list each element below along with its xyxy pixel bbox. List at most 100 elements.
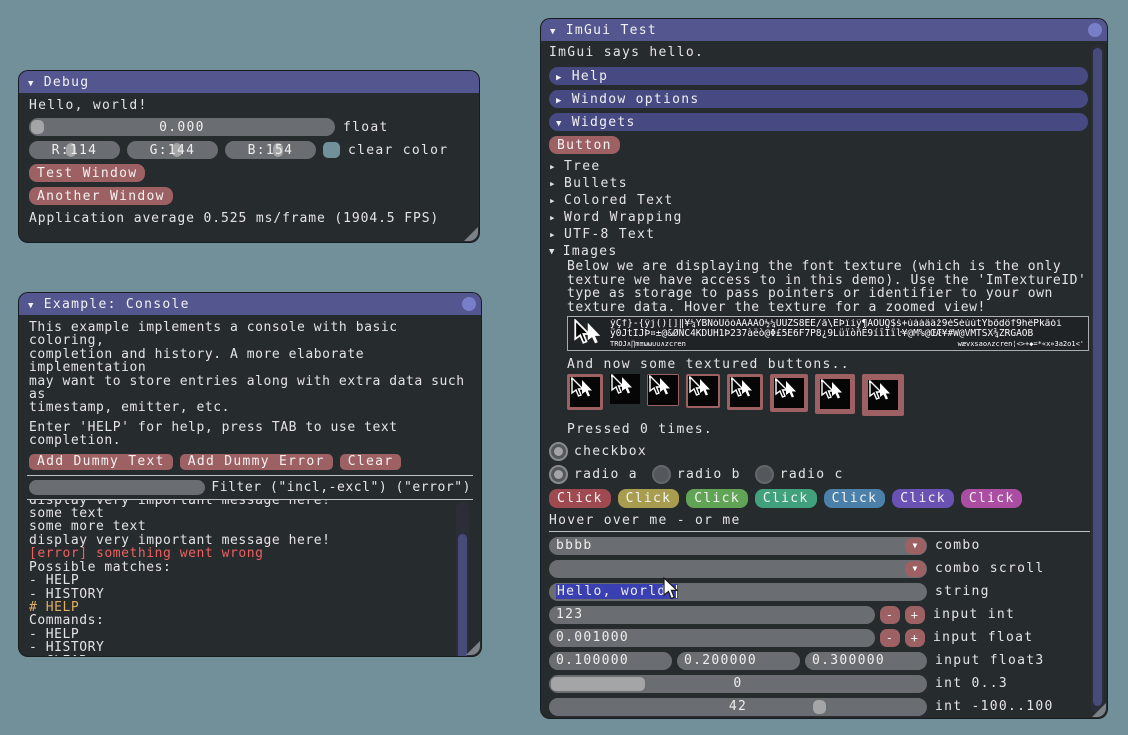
tree-label: Tree <box>564 159 601 174</box>
click-button-6[interactable]: Click <box>961 489 1023 508</box>
tree-node-tree[interactable]: Tree <box>549 158 1087 175</box>
console-intro-line: timestamp, emitter, etc. <box>29 401 471 414</box>
slider-grab[interactable] <box>551 677 645 691</box>
add-dummy-text-button[interactable]: Add Dummy Text <box>29 454 173 470</box>
collapse-icon[interactable] <box>550 23 557 38</box>
cursor-texture-image <box>570 377 600 407</box>
slider-value: B:154 <box>248 143 294 158</box>
textured-image-button[interactable] <box>647 374 679 406</box>
console-titlebar[interactable]: Example: Console <box>19 293 481 315</box>
click-button-0[interactable]: Click <box>549 489 611 508</box>
rgb-slider-b[interactable]: B:154 <box>225 141 316 159</box>
debug-titlebar[interactable]: Debug <box>19 71 479 93</box>
slider-grab[interactable] <box>31 120 44 134</box>
combo-label: combo <box>935 538 981 553</box>
combo-scroll-box[interactable] <box>549 560 927 578</box>
float3-input-x[interactable]: 0.100000 <box>549 652 672 670</box>
rgb-slider-g[interactable]: G:144 <box>127 141 218 159</box>
int-slider-0-3[interactable]: 0 <box>549 675 927 693</box>
images-description-line: Below we are displaying the font texture… <box>567 260 1087 273</box>
clear-color-label: clear color <box>348 143 448 158</box>
float-slider[interactable]: 0.000 <box>29 118 335 136</box>
textured-image-button[interactable] <box>770 374 808 412</box>
tree-node-images[interactable]: Images <box>549 243 1087 260</box>
float-input-value: 0.001000 <box>556 630 629 645</box>
textured-image-button[interactable] <box>862 374 904 416</box>
tree-node-word-wrapping[interactable]: Word Wrapping <box>549 209 1087 226</box>
radio-option: radio c <box>755 465 844 484</box>
test-titlebar[interactable]: ImGui Test <box>541 19 1107 41</box>
console-help-line: Enter 'HELP' for help, press TAB to use … <box>29 421 471 448</box>
radio-label: radio b <box>677 467 741 482</box>
header-help[interactable]: Help <box>549 67 1088 85</box>
textured-image-button[interactable] <box>610 374 640 404</box>
add-dummy-error-button[interactable]: Add Dummy Error <box>180 454 333 470</box>
another-window-button[interactable]: Another Window <box>29 187 173 205</box>
close-button[interactable] <box>1088 23 1102 37</box>
click-button-1[interactable]: Click <box>618 489 680 508</box>
textured-image-button[interactable] <box>815 374 855 414</box>
hello-text: Hello, world! <box>29 99 469 112</box>
radio-button[interactable] <box>755 465 774 484</box>
chevron-right-icon <box>549 193 557 208</box>
slider-value: 0 <box>733 676 742 691</box>
collapse-icon[interactable] <box>28 297 35 312</box>
log-line: # HELP <box>29 601 471 614</box>
float-input[interactable]: 0.001000 <box>549 629 875 647</box>
string-input[interactable]: Hello, world! <box>549 583 927 601</box>
slider-grab[interactable] <box>813 700 826 714</box>
cursor-texture-image <box>610 374 640 404</box>
button-widget[interactable]: Button <box>549 136 620 154</box>
slider-value: 42 <box>729 699 747 714</box>
tree-node-bullets[interactable]: Bullets <box>549 175 1087 192</box>
font-texture-image[interactable]: ýÇf}-{ÿj()[]‖¥¼ÝBÑòÙõóÂÀÁÄÖ½¼ÙÚŽŠ8ÉË/å\È… <box>567 316 1089 351</box>
images-description-line: texture data. Hover the texture for a zo… <box>567 301 1087 314</box>
collapse-icon[interactable] <box>28 75 35 90</box>
combo-box[interactable]: bbbb <box>549 537 927 555</box>
window-scrollbar[interactable] <box>1091 45 1104 713</box>
clear-button[interactable]: Clear <box>340 454 402 470</box>
int-slider-100[interactable]: 42 <box>549 698 927 716</box>
increment-button[interactable]: + <box>905 606 925 624</box>
header-label: Window options <box>572 92 700 107</box>
filter-input[interactable] <box>29 480 205 495</box>
log-scrollbar[interactable] <box>456 502 469 657</box>
radio-button[interactable] <box>652 465 671 484</box>
textured-image-button[interactable] <box>727 374 763 410</box>
combo-arrow-button[interactable] <box>905 561 926 577</box>
click-button-2[interactable]: Click <box>686 489 748 508</box>
chevron-down-icon <box>549 247 556 257</box>
radio-row: radio aradio bradio c <box>549 465 1087 484</box>
close-button[interactable] <box>462 297 476 311</box>
log-scrollbar-thumb[interactable] <box>458 534 467 657</box>
rgb-slider-r[interactable]: R:114 <box>29 141 120 159</box>
textured-buttons-label: And now some textured buttons.. <box>567 358 1087 371</box>
checkbox[interactable] <box>549 442 568 461</box>
string-input-label: string <box>935 584 990 599</box>
float3-label: input float3 <box>935 653 1045 668</box>
click-button-5[interactable]: Click <box>892 489 954 508</box>
log-line: some more text <box>29 520 471 533</box>
cursor-texture-image <box>688 376 718 406</box>
header-window-options[interactable]: Window options <box>549 90 1088 108</box>
tree-node-colored-text[interactable]: Colored Text <box>549 192 1087 209</box>
decrement-button[interactable]: - <box>880 629 900 647</box>
combo-arrow-button[interactable] <box>905 538 926 554</box>
float3-input-y[interactable]: 0.200000 <box>677 652 800 670</box>
click-button-4[interactable]: Click <box>824 489 886 508</box>
test-window-button[interactable]: Test Window <box>29 164 145 182</box>
click-button-3[interactable]: Click <box>755 489 817 508</box>
decrement-button[interactable]: - <box>880 606 900 624</box>
tree-node-utf-8-text[interactable]: UTF-8 Text <box>549 226 1087 243</box>
console-log[interactable]: display very important message here!some… <box>29 500 471 657</box>
header-widgets[interactable]: Widgets <box>549 113 1088 131</box>
textured-image-button[interactable] <box>686 374 720 408</box>
int-input[interactable]: 123 <box>549 606 875 624</box>
radio-button[interactable] <box>549 465 568 484</box>
window-scrollbar-thumb[interactable] <box>1093 48 1102 706</box>
float3-input-z[interactable]: 0.300000 <box>805 652 927 670</box>
texture-row: wævxsaoʌzcren¦<>+◆=*«x»3a2o1<' <box>958 339 1084 349</box>
header-label: Widgets <box>572 115 636 130</box>
increment-button[interactable]: + <box>905 629 925 647</box>
textured-image-button[interactable] <box>567 374 603 410</box>
